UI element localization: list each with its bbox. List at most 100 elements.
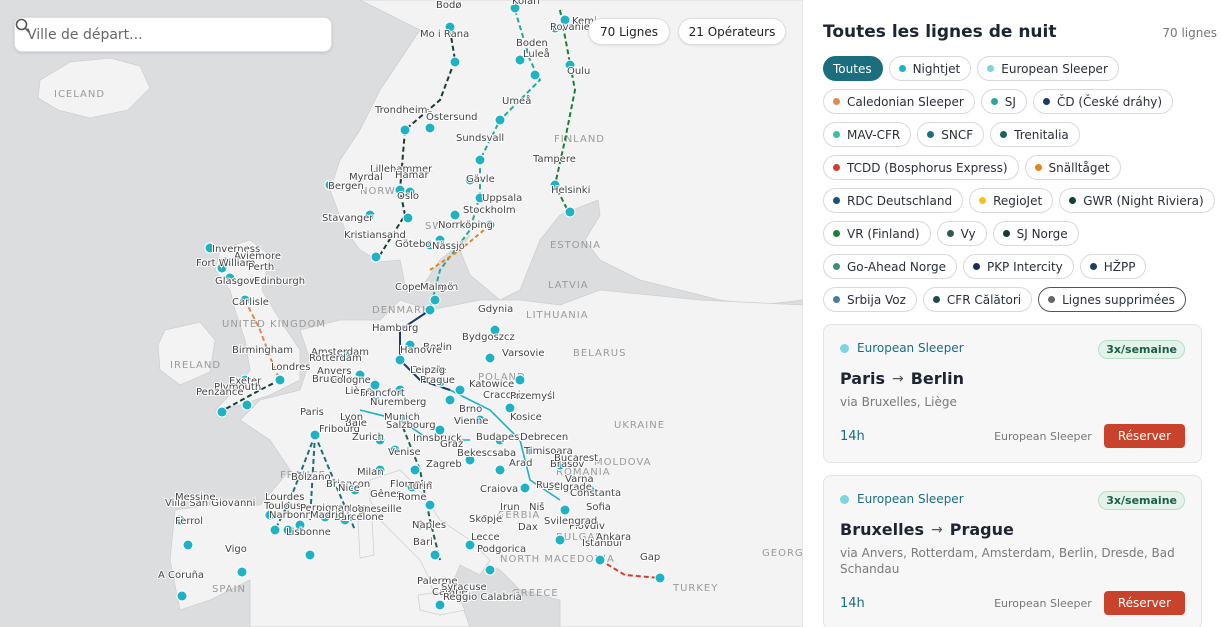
filter-chip-sncf[interactable]: SNCF — [917, 122, 985, 147]
filter-chip-gwr-night-riviera[interactable]: GWR (Night Riviera) — [1059, 188, 1215, 213]
station-marker[interactable] — [236, 566, 248, 578]
station-marker[interactable] — [494, 464, 506, 476]
station-marker[interactable] — [269, 524, 281, 536]
operator-color-dot — [979, 197, 987, 204]
departure-search-input[interactable] — [27, 26, 297, 43]
filter-chip-srbija-voz[interactable]: Srbija Voz — [823, 287, 917, 312]
city-label: Östersund — [426, 110, 478, 123]
filter-chip-cfr-c-l-tori[interactable]: CFR Călători — [922, 287, 1033, 312]
city-label: Rome — [398, 492, 427, 503]
filter-chip-european-sleeper[interactable]: European Sleeper — [977, 56, 1119, 81]
filter-chip-lignes-supprim-es[interactable]: Lignes supprimées — [1038, 287, 1186, 312]
station-marker[interactable] — [449, 209, 461, 221]
station-marker[interactable] — [454, 384, 466, 396]
map-canvas[interactable]: ICELAND NORWAY SWEDEN FINLAND ESTONIA LA… — [0, 0, 803, 627]
filter-chip-sj-norge[interactable]: SJ Norge — [992, 221, 1079, 246]
station-marker[interactable] — [399, 124, 411, 136]
station-marker[interactable] — [654, 572, 666, 584]
country-label: BELARUS — [573, 348, 626, 359]
station-marker[interactable] — [529, 69, 541, 81]
route-title: Bruxelles → Prague — [840, 520, 1185, 539]
lines-count-pill[interactable]: 70 Lignes — [588, 18, 670, 45]
station-marker[interactable] — [449, 56, 461, 68]
station-marker[interactable] — [304, 549, 316, 561]
station-marker[interactable] — [409, 464, 421, 476]
filter-chip-nightjet[interactable]: Nightjet — [888, 56, 972, 81]
city-label: Turin — [407, 481, 432, 492]
filter-chip-toutes[interactable]: Toutes — [823, 56, 883, 81]
filter-chip-mav-cfr[interactable]: MAV-CFR — [823, 122, 912, 147]
filter-chip-pkp-intercity[interactable]: PKP Intercity — [962, 254, 1074, 279]
operator-color-dot — [833, 230, 840, 237]
station-marker[interactable] — [216, 406, 228, 418]
filter-chip-vr-finland[interactable]: VR (Finland) — [823, 221, 931, 246]
station-marker[interactable] — [514, 374, 526, 386]
station-marker[interactable] — [554, 534, 566, 546]
filter-chip-label: SJ — [1004, 94, 1016, 109]
city-label: Birmingham — [232, 345, 293, 356]
country-label: LITHUANIA — [526, 310, 589, 321]
filter-chip-vy[interactable]: Vy — [936, 221, 987, 246]
card-operator-label: European Sleeper — [857, 341, 964, 355]
route-card[interactable]: European Sleeper 3x/semaine Bruxelles → Prag… — [823, 475, 1202, 627]
operator-color-dot — [972, 263, 980, 270]
station-marker[interactable] — [444, 394, 456, 406]
card-operator-name: European Sleeper — [994, 429, 1092, 443]
filter-chip-label: European Sleeper — [1001, 61, 1108, 76]
operator-color-dot — [1089, 263, 1097, 270]
filter-chip-d-esk-dr-hy[interactable]: ČD (České dráhy) — [1032, 89, 1174, 114]
operator-color-dot — [898, 65, 906, 72]
station-marker[interactable] — [559, 504, 571, 516]
filter-chip-caledonian-sleeper[interactable]: Caledonian Sleeper — [823, 89, 975, 114]
station-marker[interactable] — [394, 354, 406, 366]
city-label: Ankara — [596, 532, 631, 543]
filter-chip-sj[interactable]: SJ — [980, 89, 1027, 114]
station-marker[interactable] — [424, 304, 436, 316]
route-card[interactable]: European Sleeper 3x/semaine Paris → Berlin vi… — [823, 324, 1202, 463]
station-marker[interactable] — [594, 554, 606, 566]
filter-chip-tcdd-bosphorus-express[interactable]: TCDD (Bosphorus Express) — [823, 155, 1019, 180]
operators-count-pill[interactable]: 21 Opérateurs — [678, 18, 786, 45]
station-marker[interactable] — [429, 549, 441, 561]
route-title: Paris → Berlin — [840, 369, 1185, 388]
city-label: Glasgow — [215, 276, 258, 287]
book-button[interactable]: Réserver — [1103, 591, 1185, 615]
city-label: Stockholm — [463, 205, 516, 216]
operator-color-dot — [987, 65, 995, 72]
lines-panel: Toutes les lignes de nuit 70 lignes Tout… — [803, 0, 1221, 627]
station-marker[interactable] — [484, 352, 496, 364]
filter-chip-go-ahead-norge[interactable]: Go-Ahead Norge — [823, 254, 957, 279]
city-label: Sundsvall — [456, 133, 504, 144]
station-marker[interactable] — [519, 482, 531, 494]
map[interactable]: ICELAND NORWAY SWEDEN FINLAND ESTONIA LA… — [0, 0, 803, 627]
station-marker[interactable] — [370, 251, 382, 263]
station-marker[interactable] — [176, 590, 188, 602]
country-label: ESTONIA — [550, 240, 601, 251]
filter-chip-regiojet[interactable]: RegioJet — [969, 188, 1054, 213]
city-label: Lecce — [471, 532, 500, 543]
station-marker[interactable] — [474, 154, 486, 166]
city-label: Bydgoszcz — [462, 332, 515, 343]
city-label: Nuremberg — [370, 397, 426, 408]
station-marker[interactable] — [182, 539, 194, 551]
country-label: UKRAINE — [614, 420, 665, 431]
filter-chip-trenitalia[interactable]: Trenitalia — [990, 122, 1080, 147]
station-marker[interactable] — [484, 564, 496, 576]
station-marker[interactable] — [274, 374, 286, 386]
station-marker[interactable] — [424, 122, 436, 134]
station-marker[interactable] — [402, 212, 414, 224]
station-marker[interactable] — [241, 399, 253, 411]
filter-chip-label: ČD (České dráhy) — [1056, 94, 1163, 109]
filter-chip-sn-llt-get[interactable]: Snälltåget — [1024, 155, 1121, 180]
station-marker[interactable] — [429, 294, 441, 306]
city-label: Ferrol — [175, 516, 203, 527]
book-button[interactable]: Réserver — [1103, 424, 1185, 448]
station-marker[interactable] — [494, 114, 506, 126]
card-operator-name: European Sleeper — [994, 596, 1092, 610]
filter-chip-rdc-deutschland[interactable]: RDC Deutschland — [823, 188, 964, 213]
city-label: Naples — [412, 520, 446, 531]
station-marker[interactable] — [564, 206, 576, 218]
city-label: Constanta — [570, 488, 621, 499]
filter-chip-h-pp[interactable]: HŽPP — [1079, 254, 1147, 279]
search-box[interactable] — [14, 17, 332, 52]
